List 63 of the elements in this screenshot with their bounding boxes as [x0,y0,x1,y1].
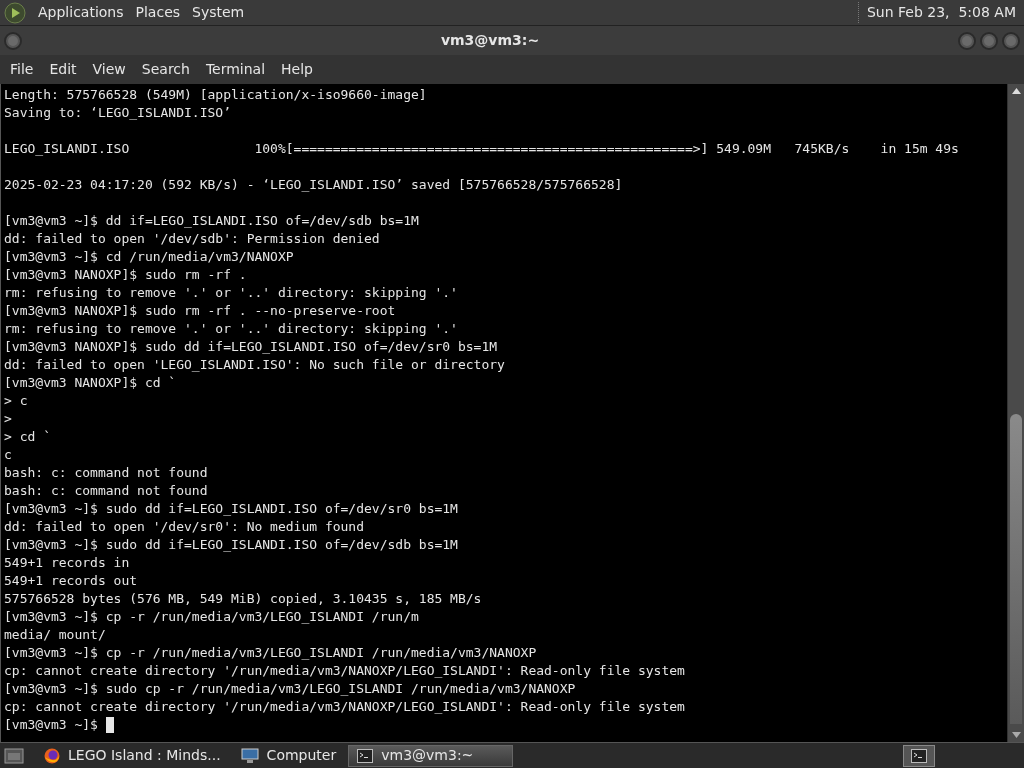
menu-item[interactable]: Edit [41,59,85,80]
terminal-line: rm: refusing to remove '.' or '..' directory: skipping '.' [4,320,458,338]
terminal-line: [vm3@vm3 ~]$ cp -r /run/media/vm3/LEGO_ISLANDI /run/m [4,608,419,626]
globe-icon [44,747,60,764]
workspace-switcher[interactable] [903,744,935,767]
window-control-icon[interactable] [980,31,998,50]
panel-menu[interactable]: System [192,2,245,23]
app-menu-icon[interactable] [4,1,26,24]
terminal-line: [vm3@vm3 NANOXP]$ sudo dd if=LEGO_ISLANDI.ISO of=/dev/sr0 bs=1M [4,338,498,356]
menu-item[interactable]: View [84,59,134,80]
desktop-icon[interactable] [4,746,24,765]
window-title: vm3@vm3:~ [439,31,541,50]
workspace-icon [911,748,927,763]
scroll-up-icon[interactable] [1011,88,1021,94]
panel-clock[interactable]: Sun Feb 23, 5:08 AM [857,2,1020,23]
window-control-icon[interactable] [4,31,22,50]
terminal-line: 549+1 records in [4,554,130,572]
terminal-line: bash: c: command not found [4,464,208,482]
terminal-line: c [4,446,12,464]
taskbar-button[interactable]: Computer [232,744,345,767]
monitor-icon [240,747,259,764]
terminal-line: rm: refusing to remove '.' or '..' directory: skipping '.' [4,284,458,302]
terminal-line: 2025-02-23 04:17:20 (592 KB/s) - ‘LEGO_ISLANDI.ISO’ saved [575766528/575766528] [4,176,623,194]
terminal-line: > c [4,392,28,410]
terminal-line: LEGO_ISLANDI.ISO 100%[===================================================>] 549.09M 745KB/s in 15m 49s [4,140,959,158]
terminal-line: Saving to: ‘LEGO_ISLANDI.ISO’ [4,104,231,122]
menu-item[interactable]: File [2,59,42,80]
text-cursor [105,717,114,733]
taskbar-button[interactable]: LEGO Island : Minds... [36,744,229,767]
terminal-line: [vm3@vm3 ~]$ cd /run/media/vm3/NANOXP [4,248,294,266]
terminal-line: [vm3@vm3 NANOXP]$ sudo rm -rf . --no-preserve-root [4,302,396,320]
terminal-line: 549+1 records out [4,572,138,590]
terminal-line: [vm3@vm3 ~]$ sudo dd if=LEGO_ISLANDI.ISO of=/dev/sdb bs=1M [4,536,458,554]
terminal-line: media/ mount/ [4,626,106,644]
terminal-line: dd: failed to open 'LEGO_ISLANDI.ISO': No such file or directory [4,356,505,374]
terminal-line: [vm3@vm3 ~]$ [4,716,98,734]
taskbar-button[interactable]: vm3@vm3:~ [348,744,514,767]
menu-item[interactable]: Help [273,59,321,80]
terminal-line: > [4,410,12,428]
terminal-icon [357,748,374,763]
terminal-line: [vm3@vm3 NANOXP]$ cd ` [4,374,177,392]
menu-item[interactable]: Terminal [197,59,274,80]
window-control-icon[interactable] [1002,31,1020,50]
terminal-line: [vm3@vm3 ~]$ dd if=LEGO_ISLANDI.ISO of=/dev/sdb bs=1M [4,212,419,230]
terminal-line: 575766528 bytes (576 MB, 549 MiB) copied, 3.10435 s, 185 MB/s [4,590,482,608]
terminal-line: dd: failed to open '/dev/sdb': Permission denied [4,230,380,248]
terminal-line: dd: failed to open '/dev/sr0': No medium found [4,518,365,536]
terminal-line: > cd ` [4,428,51,446]
terminal-line: cp: cannot create directory '/run/media/vm3/NANOXP/LEGO_ISLANDI': Read-only file system [4,662,685,680]
panel-menu[interactable]: Places [135,2,181,23]
terminal-line: bash: c: command not found [4,482,208,500]
window-control-icon[interactable] [958,31,976,50]
scroll-down-icon[interactable] [1011,732,1021,738]
panel-menu[interactable]: Applications [38,2,124,23]
menu-item[interactable]: Search [133,59,198,80]
terminal-line: Length: 575766528 (549M) [application/x-iso9660-image] [4,86,427,104]
terminal-line: [vm3@vm3 ~]$ sudo cp -r /run/media/vm3/LEGO_ISLANDI /run/media/vm3/NANOXP [4,680,576,698]
terminal-line: cp: cannot create directory '/run/media/vm3/NANOXP/LEGO_ISLANDI': Read-only file system [4,698,685,716]
scroll-thumb[interactable] [1010,414,1022,724]
terminal-line: [vm3@vm3 ~]$ sudo dd if=LEGO_ISLANDI.ISO of=/dev/sr0 bs=1M [4,500,458,518]
terminal-line: [vm3@vm3 ~]$ cp -r /run/media/vm3/LEGO_ISLANDI /run/media/vm3/NANOXP [4,644,537,662]
terminal-line: [vm3@vm3 NANOXP]$ sudo rm -rf . [4,266,247,284]
scrollbar[interactable] [1007,84,1024,742]
